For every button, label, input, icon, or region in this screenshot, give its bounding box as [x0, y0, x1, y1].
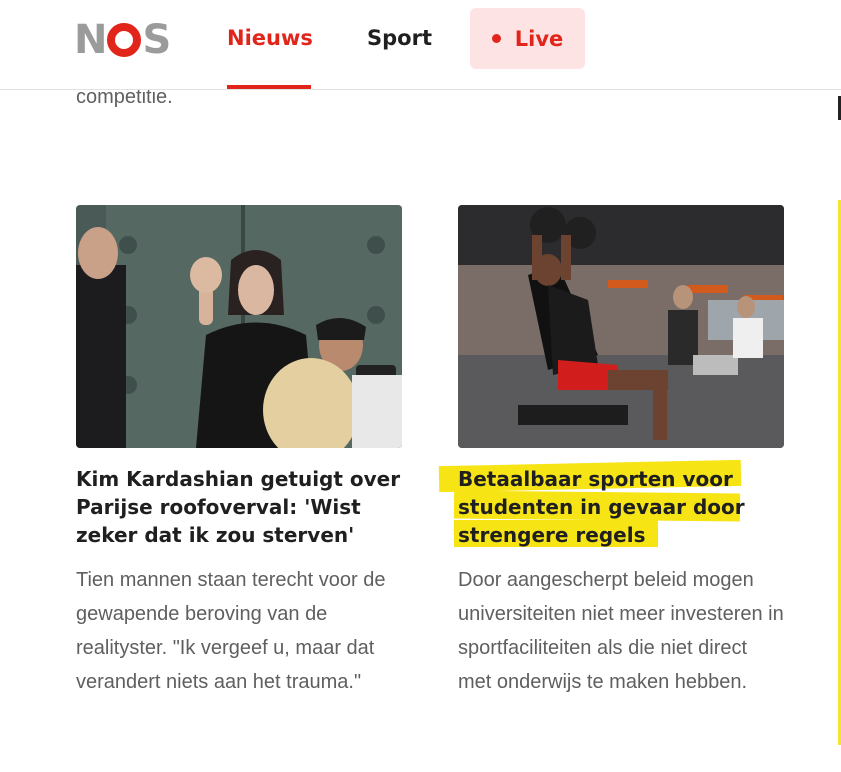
article-summary: Door aangescherpt beleid mogen universit… [458, 569, 784, 693]
article-summary: Tien mannen staan terecht voor de gewape… [76, 569, 386, 693]
live-dot-icon [491, 34, 501, 43]
nos-logo[interactable]: N S [74, 17, 174, 63]
live-button[interactable]: Live [470, 8, 585, 69]
logo-letter-s: S [142, 17, 171, 63]
article-card-studentensport[interactable]: Betaalbaar sporten voor studenten in gev… [438, 205, 784, 699]
logo-o-ring [107, 23, 142, 57]
article-thumbnail[interactable] [458, 205, 784, 448]
article-title-line-3: strengere regels [458, 523, 646, 547]
nav-item-nieuws[interactable]: Nieuws [227, 22, 313, 54]
live-button-label: Live [514, 26, 564, 51]
article-title[interactable]: Kim Kardashian getuigt over Parijse roof… [76, 465, 402, 549]
article-card-kardashian[interactable]: Kim Kardashian getuigt over Parijse roof… [76, 205, 402, 699]
article-title-line-2: studenten in gevaar door [458, 495, 745, 519]
site-header: N S Nieuws Sport Live [0, 0, 841, 90]
active-nav-underline [227, 85, 311, 89]
article-thumbnail[interactable] [76, 205, 402, 448]
article-title-line-1: Betaalbaar sporten voor [458, 467, 733, 491]
nav-item-sport[interactable]: Sport [367, 22, 432, 54]
article-title-highlighted[interactable]: Betaalbaar sporten voor studenten in gev… [438, 459, 784, 549]
logo-letter-n: N [74, 17, 107, 63]
